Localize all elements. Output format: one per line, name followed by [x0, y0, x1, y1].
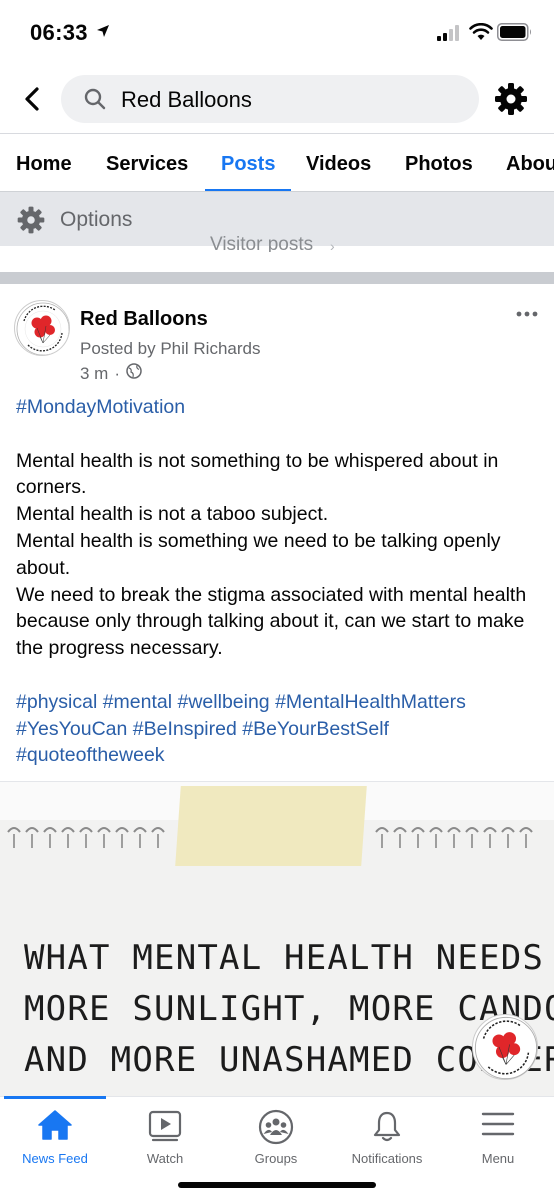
watch-icon — [147, 1109, 183, 1148]
nav-label: Menu — [481, 1151, 515, 1166]
bell-icon — [370, 1109, 404, 1148]
post-paragraph-line: Mental health is something we need to be… — [16, 529, 501, 579]
post-header: Red Balloons Posted by Phil Richards 3 m… — [0, 284, 554, 384]
feed-separator — [0, 272, 554, 284]
meta-separator: · — [114, 363, 121, 383]
page-tabs: Home Services Posts Videos Photos Abou — [0, 134, 554, 192]
battery-icon — [497, 23, 533, 46]
back-button[interactable] — [18, 84, 48, 114]
tab-posts[interactable]: Posts — [221, 153, 275, 176]
image-logo-badge — [472, 1014, 538, 1080]
nav-label: Groups — [254, 1151, 298, 1166]
globe-icon — [126, 363, 142, 384]
post-image[interactable]: WHAT MENTAL HEALTH NEEDS IS MORE SUNLIGH… — [0, 781, 554, 1096]
options-label: Options — [60, 208, 133, 231]
tab-videos[interactable]: Videos — [306, 153, 371, 176]
post-paragraph-line: Mental health is not something to be whi… — [16, 449, 499, 499]
status-time: 06:33 — [30, 20, 88, 45]
nav-groups[interactable]: Groups — [221, 1097, 331, 1177]
nav-label: Notifications — [351, 1151, 423, 1166]
wifi-icon — [469, 22, 493, 46]
home-icon — [37, 1109, 73, 1146]
gear-icon — [495, 83, 527, 115]
chevron-left-icon — [25, 87, 39, 111]
nav-watch[interactable]: Watch — [110, 1097, 220, 1177]
nav-menu[interactable]: Menu — [443, 1097, 553, 1177]
tape-strip — [175, 786, 367, 866]
home-indicator[interactable] — [178, 1182, 376, 1188]
image-quote-line: WHAT MENTAL HEALTH NEEDS IS — [24, 938, 554, 978]
hashtag-link[interactable]: #YesYouCan #BeInspired #BeYourBestSelf — [16, 716, 541, 743]
hashtag-link[interactable]: #physical #mental #wellbeing #MentalHeal… — [16, 689, 541, 716]
post-paragraph-line: Mental health is not a taboo subject. — [16, 503, 329, 526]
tab-about[interactable]: Abou — [506, 153, 554, 176]
groups-icon — [258, 1109, 294, 1150]
nav-label: News Feed — [22, 1151, 88, 1166]
visitor-posts-link[interactable]: Visitor posts — [210, 234, 313, 252]
red-balloons-logo-icon — [474, 1016, 538, 1080]
tab-home[interactable]: Home — [16, 153, 72, 176]
tab-services[interactable]: Services — [106, 153, 188, 176]
status-bar: 06:33 — [0, 0, 554, 66]
hashtag-link[interactable]: #quoteoftheweek — [16, 742, 541, 769]
hashtag-link[interactable]: #MondayMotivation — [16, 394, 541, 421]
nav-notifications[interactable]: Notifications — [332, 1097, 442, 1177]
chevron-right-icon: › — [330, 238, 335, 254]
tab-photos[interactable]: Photos — [405, 153, 473, 176]
red-balloons-logo-icon — [16, 302, 69, 355]
menu-icon — [481, 1109, 515, 1144]
search-query: Red Balloons — [121, 87, 252, 112]
cellular-signal-icon — [437, 25, 463, 46]
post-timestamp[interactable]: 3 m — [80, 364, 108, 384]
nav-news-feed[interactable]: News Feed — [0, 1097, 110, 1177]
search-header: Red Balloons — [0, 66, 554, 134]
gear-icon — [16, 205, 46, 240]
post-page-name[interactable]: Red Balloons — [80, 308, 208, 331]
more-dots-icon — [516, 311, 538, 317]
search-input[interactable]: Red Balloons — [61, 75, 479, 123]
post-text: #MondayMotivation Mental health is not s… — [16, 394, 541, 769]
posted-by-text: Posted by Phil Richards — [80, 339, 261, 358]
post-paragraph-line: We need to break the stigma associated w… — [16, 583, 527, 660]
nav-label: Watch — [146, 1151, 184, 1166]
location-arrow-icon — [96, 24, 110, 43]
search-icon — [83, 87, 107, 116]
settings-button[interactable] — [493, 81, 529, 117]
post-meta: 3 m · — [80, 363, 142, 384]
page-avatar[interactable] — [14, 300, 70, 356]
post-more-button[interactable] — [515, 304, 539, 324]
